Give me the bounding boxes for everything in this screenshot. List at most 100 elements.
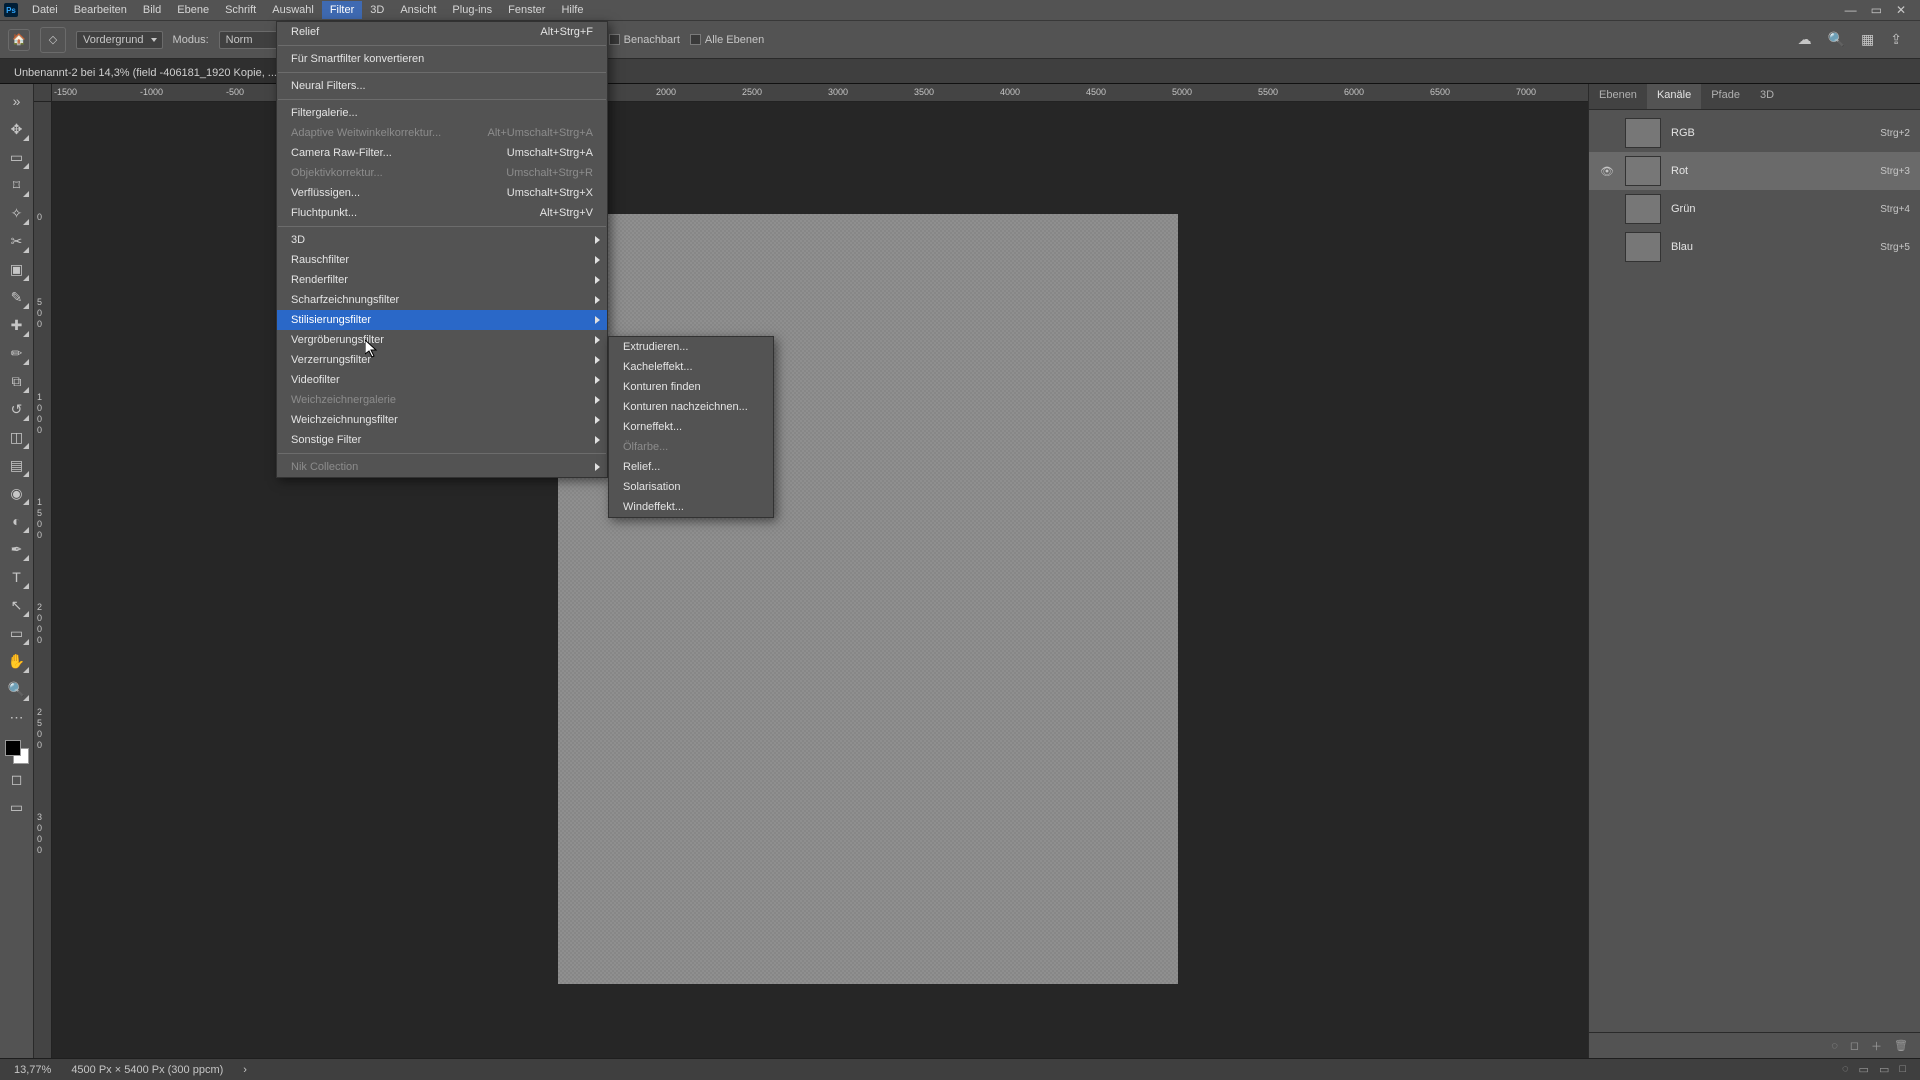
menu-plug-ins[interactable]: Plug-ins bbox=[444, 1, 500, 19]
selection-to-channel-icon[interactable]: ◌ bbox=[1831, 1040, 1838, 1052]
zoom-tool[interactable]: 🔍 bbox=[4, 676, 30, 702]
crop-tool[interactable]: ✂ bbox=[4, 228, 30, 254]
history-brush-tool[interactable]: ↺ bbox=[4, 396, 30, 422]
menu-fenster[interactable]: Fenster bbox=[500, 1, 553, 19]
brush-tool[interactable]: ✏ bbox=[4, 340, 30, 366]
filter-item-renderfilter[interactable]: Renderfilter bbox=[277, 270, 607, 290]
quick-mask[interactable]: ◻ bbox=[4, 766, 30, 792]
menu-ansicht[interactable]: Ansicht bbox=[392, 1, 444, 19]
cloud-icon[interactable]: ☁ bbox=[1798, 31, 1812, 48]
stylize-item-kacheleffekt-[interactable]: Kacheleffekt... bbox=[609, 357, 773, 377]
filter-item-sonstige-filter[interactable]: Sonstige Filter bbox=[277, 430, 607, 450]
status-icon-3[interactable]: ▭ bbox=[1879, 1063, 1889, 1076]
blur-tool[interactable]: ◉ bbox=[4, 480, 30, 506]
channel-row-grün[interactable]: GrünStrg+4 bbox=[1589, 190, 1920, 228]
filter-item-scharfzeichnungsfilter[interactable]: Scharfzeichnungsfilter bbox=[277, 290, 607, 310]
stylize-item-windeffekt-[interactable]: Windeffekt... bbox=[609, 497, 773, 517]
share-icon[interactable]: ⇪ bbox=[1890, 31, 1902, 48]
new-channel-icon[interactable]: ＋ bbox=[1871, 1038, 1882, 1054]
filter-item-filtergalerie-[interactable]: Filtergalerie... bbox=[277, 103, 607, 123]
stylize-item-relief-[interactable]: Relief... bbox=[609, 457, 773, 477]
menu-hilfe[interactable]: Hilfe bbox=[553, 1, 591, 19]
shape-tool[interactable]: ▭ bbox=[4, 620, 30, 646]
status-icon-4[interactable]: □ bbox=[1899, 1063, 1906, 1076]
filter-item-stilisierungsfilter[interactable]: Stilisierungsfilter bbox=[277, 310, 607, 330]
status-arrow-icon[interactable]: › bbox=[243, 1064, 247, 1076]
stylize-item-extrudieren-[interactable]: Extrudieren... bbox=[609, 337, 773, 357]
tool-panel-toggle[interactable]: » bbox=[4, 88, 30, 114]
panel-tab-ebenen[interactable]: Ebenen bbox=[1589, 84, 1647, 109]
menu-bearbeiten[interactable]: Bearbeiten bbox=[66, 1, 135, 19]
edit-toolbar[interactable]: ⋯ bbox=[4, 704, 30, 730]
channel-row-blau[interactable]: BlauStrg+5 bbox=[1589, 228, 1920, 266]
close-icon[interactable]: ✕ bbox=[1896, 3, 1906, 17]
filter-item-camera-raw-filter-[interactable]: Camera Raw-Filter...Umschalt+Strg+A bbox=[277, 143, 607, 163]
panel-tab-pfade[interactable]: Pfade bbox=[1701, 84, 1750, 109]
eyedropper-tool[interactable]: ✎ bbox=[4, 284, 30, 310]
filter-item-3d[interactable]: 3D bbox=[277, 230, 607, 250]
search-icon[interactable]: 🔍 bbox=[1828, 31, 1845, 48]
filter-item-videofilter[interactable]: Videofilter bbox=[277, 370, 607, 390]
menu-datei[interactable]: Datei bbox=[24, 1, 66, 19]
alle-ebenen-checkbox[interactable] bbox=[690, 34, 701, 45]
color-swatch[interactable] bbox=[5, 740, 29, 764]
channel-row-rot[interactable]: 👁RotStrg+3 bbox=[1589, 152, 1920, 190]
filter-item-verfl-ssigen-[interactable]: Verflüssigen...Umschalt+Strg+X bbox=[277, 183, 607, 203]
channel-to-selection-icon[interactable]: ◻ bbox=[1850, 1039, 1859, 1052]
lasso-tool[interactable]: ⌑ bbox=[4, 172, 30, 198]
window-controls[interactable]: — ▭ ✕ bbox=[1845, 3, 1916, 17]
menu-filter[interactable]: Filter bbox=[322, 1, 362, 19]
menu-3d[interactable]: 3D bbox=[362, 1, 392, 19]
eraser-tool[interactable]: ◫ bbox=[4, 424, 30, 450]
dodge-tool[interactable]: ◐ bbox=[4, 508, 30, 534]
status-icon-2[interactable]: ▭ bbox=[1859, 1063, 1869, 1076]
workspace-icon[interactable]: ▦ bbox=[1861, 31, 1874, 48]
filter-item-f-r-smartfilter-konvertieren[interactable]: Für Smartfilter konvertieren bbox=[277, 49, 607, 69]
pen-tool[interactable]: ✒ bbox=[4, 536, 30, 562]
panel-tab-kanäle[interactable]: Kanäle bbox=[1647, 84, 1701, 109]
menu-ebene[interactable]: Ebene bbox=[169, 1, 217, 19]
home-icon[interactable]: 🏠 bbox=[8, 29, 30, 51]
filter-item-rauschfilter[interactable]: Rauschfilter bbox=[277, 250, 607, 270]
menu-bild[interactable]: Bild bbox=[135, 1, 169, 19]
artboard[interactable] bbox=[558, 214, 1178, 984]
stilisierungsfilter-submenu[interactable]: Extrudieren...Kacheleffekt...Konturen fi… bbox=[608, 336, 774, 518]
gradient-tool[interactable]: ▤ bbox=[4, 452, 30, 478]
path-select-tool[interactable]: ↖ bbox=[4, 592, 30, 618]
ruler-origin[interactable] bbox=[34, 84, 52, 102]
stylize-item-konturen-finden[interactable]: Konturen finden bbox=[609, 377, 773, 397]
filter-item-relief[interactable]: ReliefAlt+Strg+F bbox=[277, 22, 607, 42]
stamp-tool[interactable]: ⧉ bbox=[4, 368, 30, 394]
frame-tool[interactable]: ▣ bbox=[4, 256, 30, 282]
benachbart-checkbox[interactable] bbox=[609, 34, 620, 45]
vertical-ruler[interactable]: 050010001500200025003000 bbox=[34, 102, 52, 1058]
stylize-item-solarisation[interactable]: Solarisation bbox=[609, 477, 773, 497]
status-icon-1[interactable]: ◌ bbox=[1842, 1063, 1849, 1076]
menu-auswahl[interactable]: Auswahl bbox=[264, 1, 322, 19]
screen-mode[interactable]: ▭ bbox=[4, 794, 30, 820]
filter-item-vergr-berungsfilter[interactable]: Vergröberungsfilter bbox=[277, 330, 607, 350]
current-tool-icon[interactable]: ◇ bbox=[40, 27, 66, 53]
document-dimensions[interactable]: 4500 Px × 5400 Px (300 ppcm) bbox=[71, 1064, 223, 1076]
visibility-icon[interactable]: 👁 bbox=[1599, 165, 1615, 178]
panel-tab-3d[interactable]: 3D bbox=[1750, 84, 1784, 109]
menu-schrift[interactable]: Schrift bbox=[217, 1, 264, 19]
hand-tool[interactable]: ✋ bbox=[4, 648, 30, 674]
foreground-select[interactable]: Vordergrund bbox=[76, 31, 163, 49]
zoom-level[interactable]: 13,77% bbox=[14, 1064, 51, 1076]
filter-item-weichzeichnungsfilter[interactable]: Weichzeichnungsfilter bbox=[277, 410, 607, 430]
document-tab[interactable]: Unbenannt-2 bei 14,3% (field -406181_192… bbox=[0, 59, 292, 83]
stylize-item-konturen-nachzeichnen-[interactable]: Konturen nachzeichnen... bbox=[609, 397, 773, 417]
stylize-item-korneffekt-[interactable]: Korneffekt... bbox=[609, 417, 773, 437]
delete-channel-icon[interactable]: 🗑 bbox=[1894, 1039, 1908, 1052]
filter-item-verzerrungsfilter[interactable]: Verzerrungsfilter bbox=[277, 350, 607, 370]
maximize-icon[interactable]: ▭ bbox=[1871, 3, 1882, 17]
channel-row-rgb[interactable]: RGBStrg+2 bbox=[1589, 114, 1920, 152]
filter-item-fluchtpunkt-[interactable]: Fluchtpunkt...Alt+Strg+V bbox=[277, 203, 607, 223]
filter-menu[interactable]: ReliefAlt+Strg+F Für Smartfilter konverti… bbox=[276, 21, 608, 478]
filter-item-neural-filters-[interactable]: Neural Filters... bbox=[277, 76, 607, 96]
magic-wand-tool[interactable]: ✧ bbox=[4, 200, 30, 226]
marquee-tool[interactable]: ▭ bbox=[4, 144, 30, 170]
healing-tool[interactable]: ✚ bbox=[4, 312, 30, 338]
move-tool[interactable]: ✥ bbox=[4, 116, 30, 142]
